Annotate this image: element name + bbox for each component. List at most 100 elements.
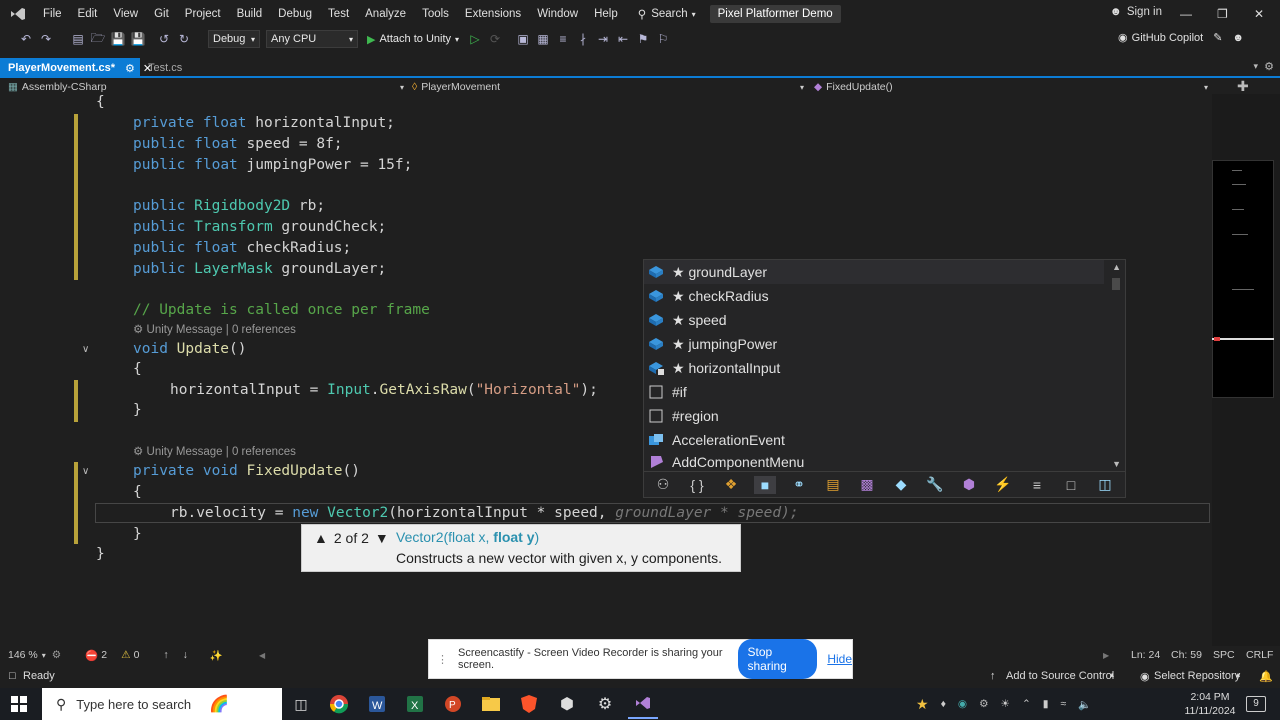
search-box[interactable]: ⚲ Search ▾ (638, 7, 696, 21)
zoom-level[interactable]: 146 % (8, 649, 38, 661)
scroll-right-icon[interactable]: ▶ (1103, 651, 1109, 660)
platform-dropdown[interactable]: Any CPU ▾ (266, 30, 358, 48)
brave-icon[interactable] (514, 689, 544, 719)
snippet-filter-icon[interactable]: □ (1060, 476, 1082, 494)
show-hidden-icons[interactable]: ⌃ (1022, 698, 1031, 710)
configuration-dropdown[interactable]: Debug ▾ (208, 30, 260, 48)
menu-debug[interactable]: Debug (270, 0, 320, 28)
redo-icon[interactable]: ↻ (176, 31, 192, 47)
save-all-icon[interactable]: 💾 (130, 31, 146, 47)
unity-icon[interactable]: ⚙ (590, 689, 620, 719)
undo-icon[interactable]: ↺ (156, 31, 172, 47)
battery-icon[interactable]: ▮ (1043, 698, 1049, 710)
menu-git[interactable]: Git (146, 0, 177, 28)
namespace-filter-icon[interactable]: { } (686, 476, 708, 494)
menu-help[interactable]: Help (586, 0, 626, 28)
outdent-icon[interactable]: ⇤ (615, 31, 631, 47)
powerpoint-icon[interactable]: P (438, 689, 468, 719)
codelens-update[interactable]: ⚙ Unity Message | 0 references (133, 322, 296, 336)
field-filter-icon[interactable]: ◆ (890, 476, 912, 494)
steam-icon[interactable]: ⚙ (979, 698, 988, 710)
struct-filter-icon[interactable]: ■ (754, 475, 776, 494)
line-number[interactable]: Ln: 24 (1131, 649, 1160, 661)
class-filter-icon[interactable]: ❖ (720, 476, 742, 494)
enum-filter-icon[interactable]: ▤ (822, 476, 844, 494)
completion-item[interactable]: ★ speed (644, 308, 1104, 332)
add-to-source-control[interactable]: Add to Source Control (1006, 670, 1114, 682)
chrome-icon[interactable] (324, 689, 354, 719)
close-button[interactable]: ✕ (1254, 7, 1264, 21)
keyword-filter-icon[interactable]: ≡ (1026, 476, 1048, 494)
file-explorer-icon[interactable] (476, 689, 506, 719)
maximize-button[interactable]: ❐ (1217, 7, 1228, 21)
split-editor-icon[interactable]: ✚ (1237, 78, 1249, 95)
interface-filter-icon[interactable]: ⚭ (788, 476, 810, 494)
volume-icon[interactable]: 🔈 (1078, 698, 1091, 711)
cleanup-icon[interactable]: ✨ (210, 649, 223, 662)
delegate-filter-icon[interactable]: ▩ (856, 476, 878, 494)
hot-reload-icon[interactable]: ⟳ (487, 31, 503, 47)
pin-icon[interactable]: ⚙ (125, 62, 135, 75)
wifi-icon[interactable]: ≈ (1061, 698, 1067, 710)
column-number[interactable]: Ch: 59 (1171, 649, 1202, 661)
scroll-down-icon[interactable]: ▼ (1112, 459, 1121, 469)
sign-in-button[interactable]: ☻ Sign in (1110, 6, 1162, 18)
tab-test[interactable]: Test.cs (140, 58, 190, 78)
notification-center-badge[interactable]: 9 (1246, 696, 1266, 712)
visual-studio-logo-icon[interactable] (9, 5, 27, 23)
whitespace-mode[interactable]: SPC (1213, 649, 1235, 661)
property-filter-icon[interactable]: 🔧 (924, 476, 946, 494)
forward-icon[interactable]: ↷ (38, 31, 54, 47)
completion-item[interactable]: AddComponentMenu (644, 452, 1104, 472)
taskbar-search-box[interactable]: ⚲ Type here to search 🌈 (42, 688, 282, 720)
scroll-left-icon[interactable]: ◀ (259, 651, 265, 660)
open-file-icon[interactable]: 🗁 (90, 31, 106, 47)
drag-handle-icon[interactable]: ⋮ (437, 653, 448, 666)
completion-item[interactable]: AccelerationEvent (644, 428, 1104, 452)
class-dropdown[interactable]: ◊ PlayerMovement ▾ (412, 80, 808, 94)
menu-analyze[interactable]: Analyze (357, 0, 414, 28)
menu-file[interactable]: File (35, 0, 70, 28)
bookmark-icon[interactable]: ⚑ (635, 31, 651, 47)
attach-to-unity-button[interactable]: ▶ Attach to Unity ▾ (367, 33, 459, 46)
member-dropdown[interactable]: ◆ FixedUpdate() ▾ (814, 80, 1212, 94)
favorite-icon[interactable]: ★ (916, 696, 929, 713)
visual-studio-taskbar-icon[interactable] (628, 689, 658, 719)
overload-navigator[interactable]: ▲ 2 of 2 ▼ (314, 530, 389, 546)
windows-start-icon[interactable] (4, 689, 34, 719)
settings-tray-icon[interactable]: ☀ (1001, 698, 1010, 710)
expand-filter-icon[interactable]: ⚇ (652, 476, 674, 494)
minimize-button[interactable]: — (1180, 7, 1192, 21)
menu-test[interactable]: Test (320, 0, 357, 28)
clock[interactable]: 2:04 PM 11/11/2024 (1182, 690, 1238, 718)
menu-edit[interactable]: Edit (70, 0, 106, 28)
word-icon[interactable]: W (362, 689, 392, 719)
health-icon[interactable]: ⚙ (52, 649, 61, 661)
completion-scrollbar-thumb[interactable] (1112, 278, 1120, 290)
tab-overflow-icon[interactable]: ▾ (1253, 61, 1258, 72)
unity-hub-icon[interactable]: ⬢ (552, 689, 582, 719)
hide-link[interactable]: Hide (827, 652, 852, 666)
github-copilot-button[interactable]: ◉ GitHub Copilot ✎ ☻ (1118, 31, 1244, 45)
line-endings[interactable]: CRLF (1246, 649, 1273, 661)
bookmark-next-icon[interactable]: ⚐ (655, 31, 671, 47)
excel-icon[interactable]: X (400, 689, 430, 719)
completion-item[interactable]: ★ checkRadius (644, 284, 1104, 308)
bluetooth-icon[interactable]: ♦ (941, 698, 946, 710)
completion-item[interactable]: #if (644, 380, 1104, 404)
indent-icon[interactable]: ⇥ (595, 31, 611, 47)
task-view-icon[interactable]: ◫ (286, 689, 316, 719)
format-icon[interactable]: ≡ (555, 31, 571, 47)
stop-sharing-button[interactable]: Stop sharing (737, 639, 818, 679)
codelens-fixedupdate[interactable]: ⚙ Unity Message | 0 references (133, 444, 296, 458)
settings-icon[interactable]: ⚙ (1264, 60, 1274, 73)
next-issue-icon[interactable]: ↓ (183, 649, 188, 661)
project-dropdown[interactable]: ▦ Assembly-CSharp ▾ (8, 80, 408, 94)
completion-item[interactable]: ★ jumpingPower (644, 332, 1104, 356)
menu-extensions[interactable]: Extensions (457, 0, 529, 28)
vpn-icon[interactable]: ◉ (958, 698, 967, 710)
completion-item[interactable]: ★ horizontalInput (644, 356, 1104, 380)
back-icon[interactable]: ↶ (18, 31, 34, 47)
target-type-filter-icon[interactable]: ◫ (1094, 476, 1116, 494)
menu-build[interactable]: Build (229, 0, 271, 28)
